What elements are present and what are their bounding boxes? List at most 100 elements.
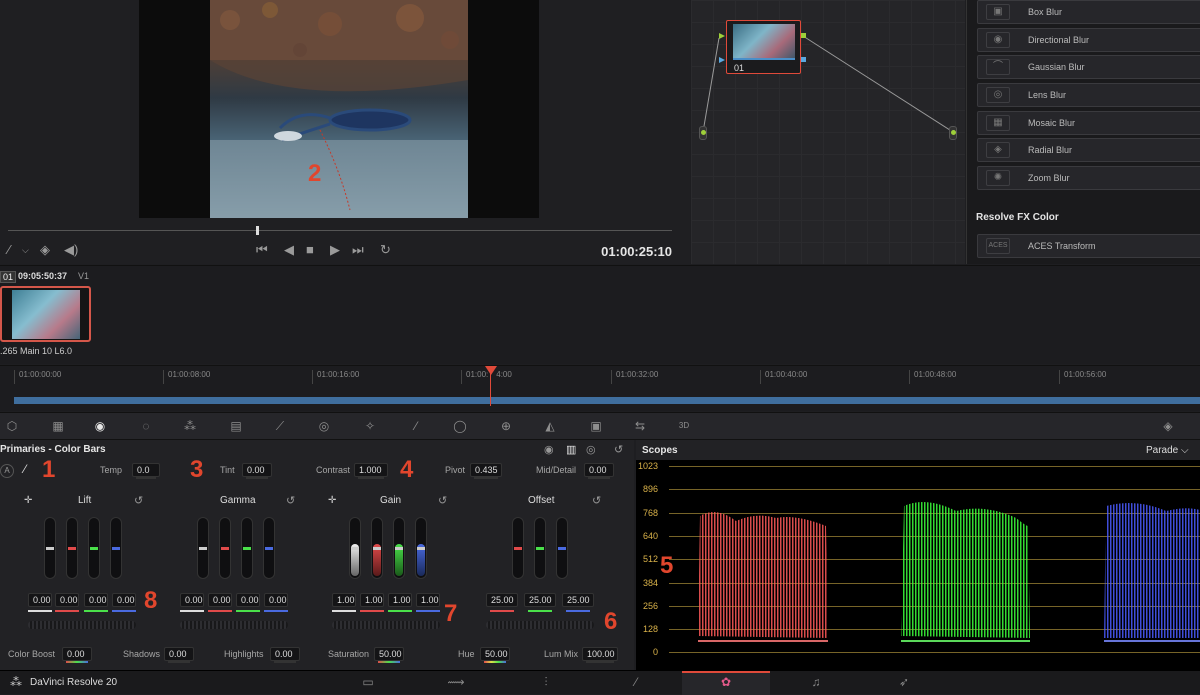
offset-master-wheel[interactable] [486,621,594,629]
cut-page-icon[interactable]: ⟿ [444,675,468,689]
deliver-page-icon[interactable]: ➶ [892,675,916,689]
color-wheels-icon[interactable]: ◉ [92,418,108,434]
offset-b-slider[interactable] [556,517,568,579]
highlights-field[interactable]: 0.00 [270,647,300,663]
gamma-b-slider[interactable] [263,517,275,579]
play-icon[interactable]: ▶ [330,242,340,258]
fx-item-radial-blur[interactable]: ◈ Radial Blur [977,138,1200,162]
gain-g-value[interactable]: 1.00 [388,593,412,607]
gamma-y-slider[interactable] [197,517,209,579]
jump-to-end-icon[interactable]: ⏭ [352,242,364,258]
lummix-field[interactable]: 100.00 [582,647,618,663]
keyframes-icon[interactable]: ◈ [1160,418,1176,434]
shadows-field[interactable]: 0.00 [164,647,194,663]
output-port[interactable] [949,126,957,140]
media-page-icon[interactable]: ▭ [356,675,380,689]
3d-icon[interactable]: 3D [676,418,692,434]
gain-y-value[interactable]: 1.00 [332,593,356,607]
fx-item-box-blur[interactable]: ▣ Box Blur [977,0,1200,24]
qualifier-eyedropper-icon[interactable]: ⁄ [408,418,424,434]
tracker-icon[interactable]: ⊕ [498,418,514,434]
gain-reset-icon[interactable]: ↺ [438,494,447,507]
color-match-icon[interactable]: ▦ [50,418,66,434]
fx-item-lens-blur[interactable]: ◎ Lens Blur [977,83,1200,107]
fx-item-gaussian-blur[interactable]: ⌒ Gaussian Blur [977,55,1200,79]
gamma-master-wheel[interactable] [180,621,288,629]
source-port[interactable] [699,126,707,140]
lift-b-slider[interactable] [110,517,122,579]
tint-field[interactable]: 0.00 [242,463,272,479]
clip-thumbnail[interactable] [0,286,91,342]
offset-g-slider[interactable] [534,517,546,579]
gain-picker-icon[interactable]: ✛ [328,495,336,506]
gamma-reset-icon[interactable]: ↺ [286,494,295,507]
scrubber-handle[interactable] [256,226,259,235]
saturation-field[interactable]: 50.00 [374,647,404,663]
lift-g-slider[interactable] [88,517,100,579]
fx-item-zoom-blur[interactable]: ✺ Zoom Blur [977,166,1200,190]
temp-field[interactable]: 0.0 [132,463,160,479]
offset-r-value[interactable]: 25.00 [486,593,518,607]
offset-reset-icon[interactable]: ↺ [592,494,601,507]
speaker-icon[interactable]: ◀) [64,242,78,258]
gamma-y-value[interactable]: 0.00 [180,593,204,607]
gain-b-value[interactable]: 1.00 [416,593,440,607]
timeline-clip-track[interactable] [14,397,1200,404]
motion-effects-icon[interactable]: ▤ [228,418,244,434]
layers-icon[interactable]: ◈ [40,242,50,258]
play-reverse-icon[interactable]: ◀ [284,242,294,258]
key-icon[interactable]: ⇆ [632,418,648,434]
fx-item-mosaic-blur[interactable]: ▦ Mosaic Blur [977,111,1200,135]
blur-icon[interactable]: ▣ [588,418,604,434]
offset-b-value[interactable]: 25.00 [562,593,594,607]
gain-b-slider[interactable] [415,517,427,579]
bars-mode-icon[interactable]: ▥ [566,443,576,456]
wheels-mode-icon[interactable]: ◉ [544,443,554,456]
camera-raw-icon[interactable]: ⬡ [4,418,20,434]
viewer-scrubber[interactable] [0,226,690,235]
lift-r-value[interactable]: 0.00 [55,593,79,607]
gain-r-slider[interactable] [371,517,383,579]
white-balance-picker-icon[interactable]: ⁄ [24,462,26,476]
rgb-mixer-icon[interactable]: ⁂ [182,418,198,434]
hue-field[interactable]: 50.00 [480,647,510,663]
lift-y-value[interactable]: 0.00 [28,593,52,607]
jump-to-start-icon[interactable]: ⏮ [256,242,268,258]
gamma-r-value[interactable]: 0.00 [208,593,232,607]
auto-balance-icon[interactable]: A [0,464,14,478]
lift-b-value[interactable]: 0.00 [112,593,136,607]
color-warper-icon[interactable]: ◎ [316,418,332,434]
stop-icon[interactable]: ■ [306,242,314,257]
lift-y-slider[interactable] [44,517,56,579]
mini-timeline[interactable]: 01:00:00:00 01:00:08:00 01:00:16:00 01:0… [0,365,1200,411]
gain-g-slider[interactable] [393,517,405,579]
node-graph[interactable]: 01 [691,0,965,264]
gamma-b-value[interactable]: 0.00 [264,593,288,607]
fx-item-directional-blur[interactable]: ◉ Directional Blur [977,28,1200,52]
curves-icon[interactable]: ⟋ [272,418,288,434]
lift-master-wheel[interactable] [28,621,136,629]
eyedropper-icon[interactable]: ⁄ [8,242,10,257]
lift-g-value[interactable]: 0.00 [84,593,108,607]
fx-item-aces-transform[interactable]: ACES ACES Transform [977,234,1200,258]
playhead-marker[interactable] [485,366,497,375]
color-node-01[interactable]: 01 [726,20,801,74]
window-icon[interactable]: ◯ [452,418,468,434]
gamma-g-value[interactable]: 0.00 [236,593,260,607]
gain-y-slider[interactable] [349,517,361,579]
contrast-field[interactable]: 1.000 [354,463,388,479]
magic-mask-icon[interactable]: ◭ [542,418,558,434]
offset-g-value[interactable]: 25.00 [524,593,556,607]
gain-r-value[interactable]: 1.00 [360,593,384,607]
gamma-r-slider[interactable] [219,517,231,579]
lift-r-slider[interactable] [66,517,78,579]
middetail-field[interactable]: 0.00 [584,463,614,479]
lift-reset-icon[interactable]: ↺ [134,494,143,507]
loop-icon[interactable]: ↻ [380,242,391,258]
hdr-wheels-icon[interactable]: ◌ [138,418,154,434]
gamma-g-slider[interactable] [241,517,253,579]
fairlight-page-icon[interactable]: ♫ [804,675,828,689]
qualifier-icon[interactable]: ✧ [362,418,378,434]
lift-picker-icon[interactable]: ✛ [24,495,32,506]
pivot-field[interactable]: 0.435 [470,463,502,479]
